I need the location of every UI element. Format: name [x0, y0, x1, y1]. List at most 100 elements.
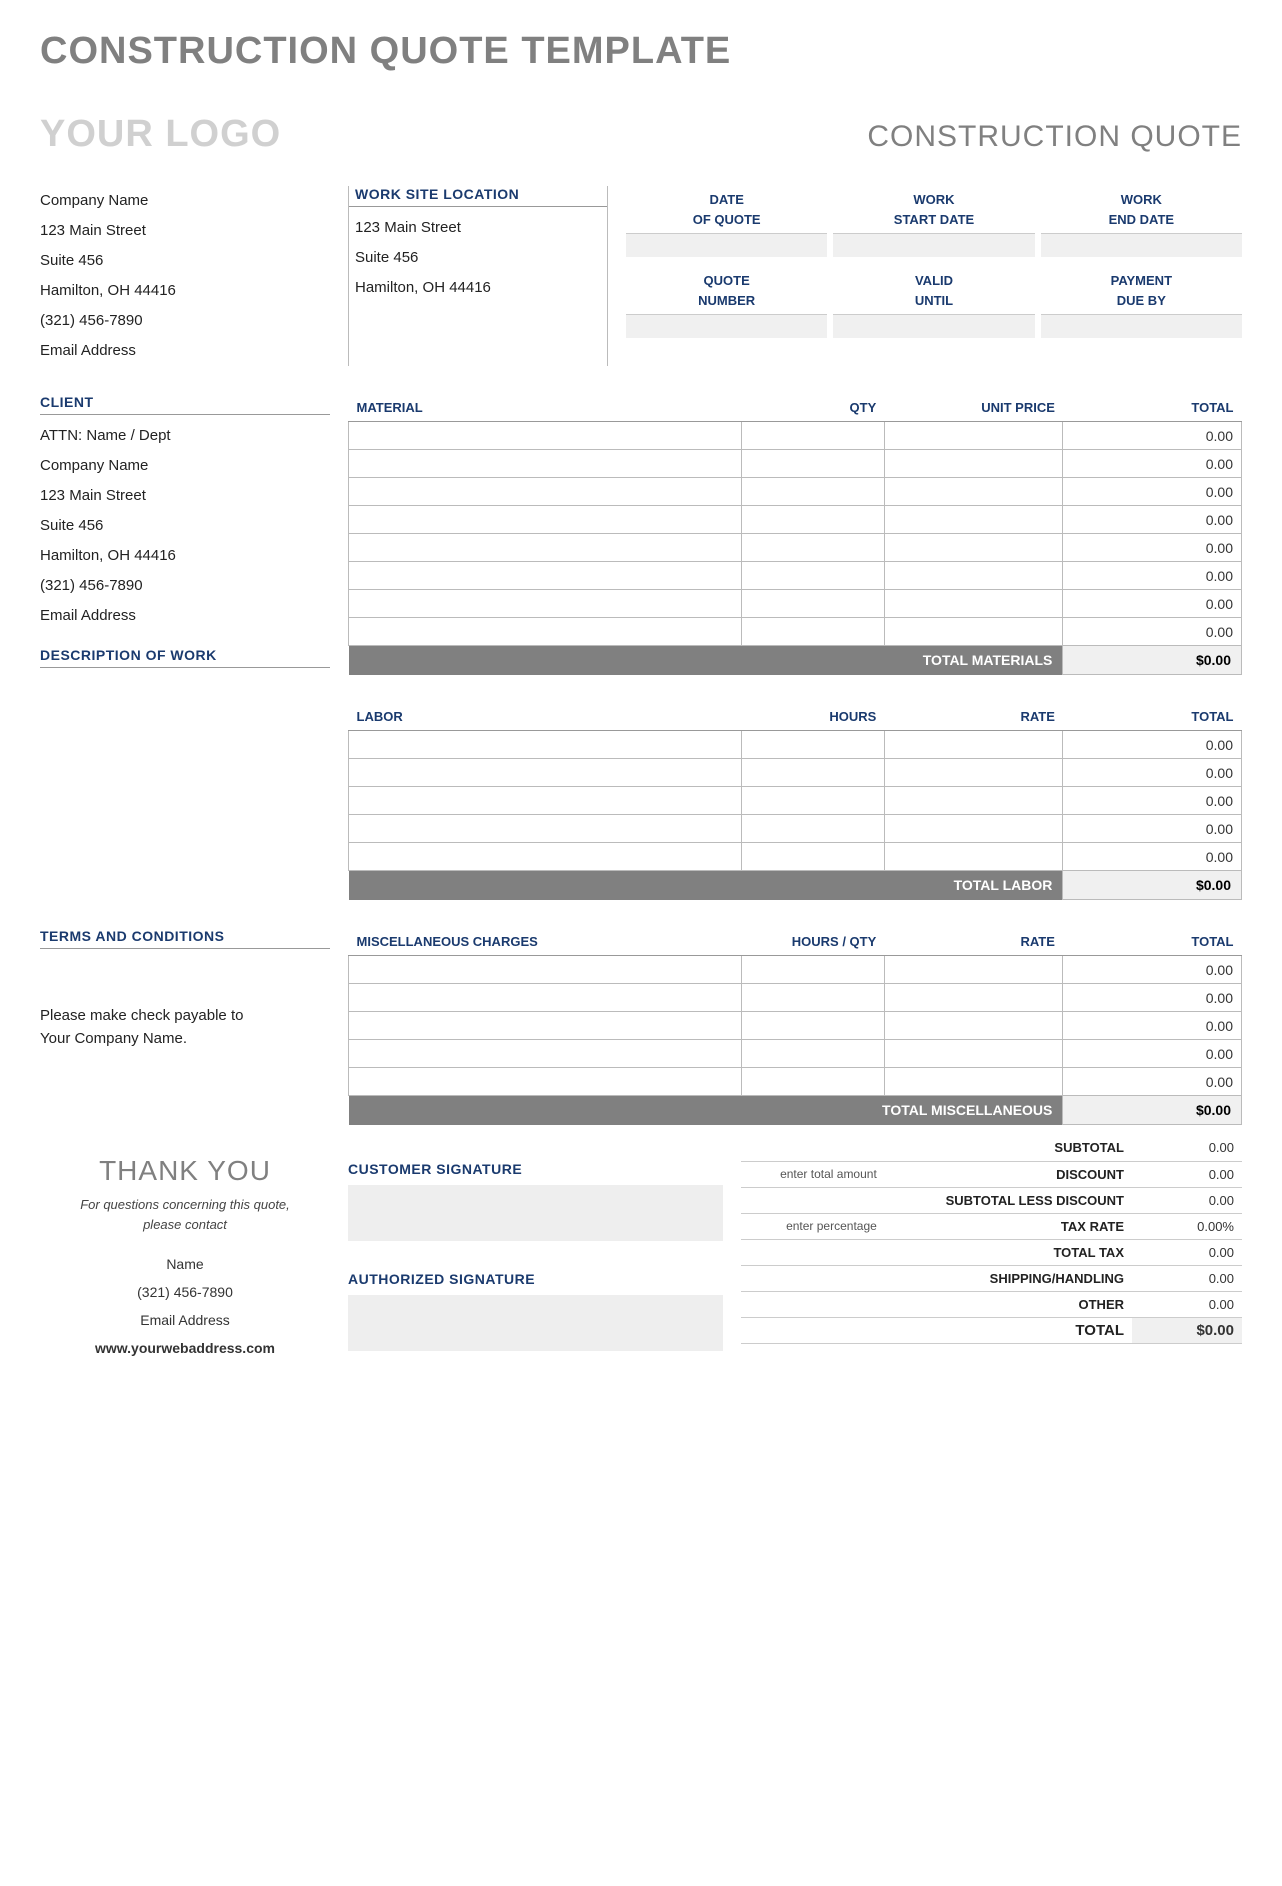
misc-cell-hq[interactable]	[741, 1040, 884, 1068]
summary-subless-label: SUBTOTAL LESS DISCOUNT	[885, 1187, 1132, 1213]
materials-cell-desc[interactable]	[349, 590, 742, 618]
labor-cell-desc[interactable]	[349, 843, 742, 871]
materials-hdr-unitprice: UNIT PRICE	[884, 394, 1063, 422]
materials-cell-unitprice[interactable]	[884, 422, 1063, 450]
misc-cell-hq[interactable]	[741, 1012, 884, 1040]
materials-cell-desc[interactable]	[349, 506, 742, 534]
misc-cell-rate[interactable]	[884, 956, 1063, 984]
materials-cell-desc[interactable]	[349, 422, 742, 450]
materials-cell-total: 0.00	[1063, 422, 1242, 450]
labor-cell-desc[interactable]	[349, 787, 742, 815]
materials-hdr-material: MATERIAL	[349, 394, 742, 422]
materials-cell-total: 0.00	[1063, 506, 1242, 534]
misc-cell-desc[interactable]	[349, 1068, 742, 1096]
labor-cell-hours[interactable]	[741, 815, 884, 843]
misc-cell-hq[interactable]	[741, 956, 884, 984]
client-email: Email Address	[40, 601, 330, 631]
misc-cell-desc[interactable]	[349, 1012, 742, 1040]
materials-cell-qty[interactable]	[741, 450, 884, 478]
materials-cell-desc[interactable]	[349, 618, 742, 646]
summary-discount-value[interactable]: 0.00	[1132, 1161, 1242, 1187]
materials-cell-qty[interactable]	[741, 562, 884, 590]
meta-quoteno-value[interactable]	[626, 314, 827, 338]
materials-cell-desc[interactable]	[349, 478, 742, 506]
labor-cell-total: 0.00	[1063, 815, 1242, 843]
summary-discount-hint: enter total amount	[741, 1161, 884, 1187]
labor-hdr-total: TOTAL	[1063, 703, 1242, 731]
labor-cell-hours[interactable]	[741, 843, 884, 871]
materials-cell-unitprice[interactable]	[884, 478, 1063, 506]
materials-cell-unitprice[interactable]	[884, 618, 1063, 646]
materials-body: 0.00 0.00 0.00 0.00	[349, 422, 1242, 646]
labor-cell-rate[interactable]	[884, 731, 1063, 759]
desc-header: DESCRIPTION OF WORK	[40, 647, 330, 668]
labor-row: 0.00	[349, 815, 1242, 843]
labor-hdr-hours: HOURS	[741, 703, 884, 731]
customer-sig-box[interactable]	[348, 1185, 723, 1241]
misc-cell-desc[interactable]	[349, 956, 742, 984]
worksite-city: Hamilton, OH 44416	[349, 273, 607, 303]
materials-cell-total: 0.00	[1063, 562, 1242, 590]
misc-cell-rate[interactable]	[884, 1068, 1063, 1096]
misc-cell-rate[interactable]	[884, 984, 1063, 1012]
materials-cell-unitprice[interactable]	[884, 506, 1063, 534]
meta-date-value[interactable]	[626, 233, 827, 257]
materials-cell-qty[interactable]	[741, 590, 884, 618]
materials-cell-total: 0.00	[1063, 478, 1242, 506]
labor-cell-total: 0.00	[1063, 759, 1242, 787]
labor-cell-rate[interactable]	[884, 843, 1063, 871]
materials-cell-total: 0.00	[1063, 450, 1242, 478]
misc-cell-total: 0.00	[1063, 1012, 1242, 1040]
meta-end-value[interactable]	[1041, 233, 1242, 257]
misc-cell-hq[interactable]	[741, 984, 884, 1012]
materials-cell-desc[interactable]	[349, 562, 742, 590]
meta-valid-value[interactable]	[833, 314, 1034, 338]
misc-total-value: $0.00	[1063, 1096, 1242, 1125]
labor-cell-hours[interactable]	[741, 731, 884, 759]
labor-cell-hours[interactable]	[741, 759, 884, 787]
labor-cell-hours[interactable]	[741, 787, 884, 815]
contact-name: Name	[40, 1250, 330, 1278]
materials-cell-unitprice[interactable]	[884, 534, 1063, 562]
materials-cell-qty[interactable]	[741, 506, 884, 534]
authorized-sig-box[interactable]	[348, 1295, 723, 1351]
company-name: Company Name	[40, 186, 330, 216]
misc-cell-desc[interactable]	[349, 984, 742, 1012]
labor-cell-rate[interactable]	[884, 787, 1063, 815]
labor-table: LABOR HOURS RATE TOTAL 0.00 0.00	[348, 703, 1242, 900]
labor-cell-rate[interactable]	[884, 815, 1063, 843]
meta-payment-value[interactable]	[1041, 314, 1242, 338]
labor-cell-desc[interactable]	[349, 815, 742, 843]
materials-cell-desc[interactable]	[349, 534, 742, 562]
labor-cell-desc[interactable]	[349, 731, 742, 759]
document-type: CONSTRUCTION QUOTE	[867, 120, 1242, 154]
materials-cell-unitprice[interactable]	[884, 450, 1063, 478]
materials-cell-unitprice[interactable]	[884, 590, 1063, 618]
materials-total-label: TOTAL MATERIALS	[349, 646, 1063, 675]
misc-row: 0.00	[349, 956, 1242, 984]
materials-cell-unitprice[interactable]	[884, 562, 1063, 590]
meta-start-value[interactable]	[833, 233, 1034, 257]
misc-cell-rate[interactable]	[884, 1012, 1063, 1040]
materials-cell-total: 0.00	[1063, 534, 1242, 562]
labor-cell-rate[interactable]	[884, 759, 1063, 787]
worksite-street: 123 Main Street	[349, 213, 607, 243]
misc-cell-desc[interactable]	[349, 1040, 742, 1068]
summary-other-value[interactable]: 0.00	[1132, 1291, 1242, 1317]
summary-shipping-value[interactable]: 0.00	[1132, 1265, 1242, 1291]
materials-cell-qty[interactable]	[741, 618, 884, 646]
meta-start-label: WORKSTART DATE	[833, 186, 1034, 233]
labor-cell-desc[interactable]	[349, 759, 742, 787]
summary-taxrate-value[interactable]: 0.00%	[1132, 1213, 1242, 1239]
misc-cell-hq[interactable]	[741, 1068, 884, 1096]
materials-cell-qty[interactable]	[741, 422, 884, 450]
materials-cell-qty[interactable]	[741, 534, 884, 562]
summary-total-label: TOTAL	[885, 1317, 1132, 1343]
materials-cell-desc[interactable]	[349, 450, 742, 478]
labor-cell-total: 0.00	[1063, 787, 1242, 815]
materials-cell-qty[interactable]	[741, 478, 884, 506]
materials-row: 0.00	[349, 450, 1242, 478]
thank-you: THANK YOU	[40, 1155, 330, 1187]
misc-row: 0.00	[349, 1012, 1242, 1040]
misc-cell-rate[interactable]	[884, 1040, 1063, 1068]
